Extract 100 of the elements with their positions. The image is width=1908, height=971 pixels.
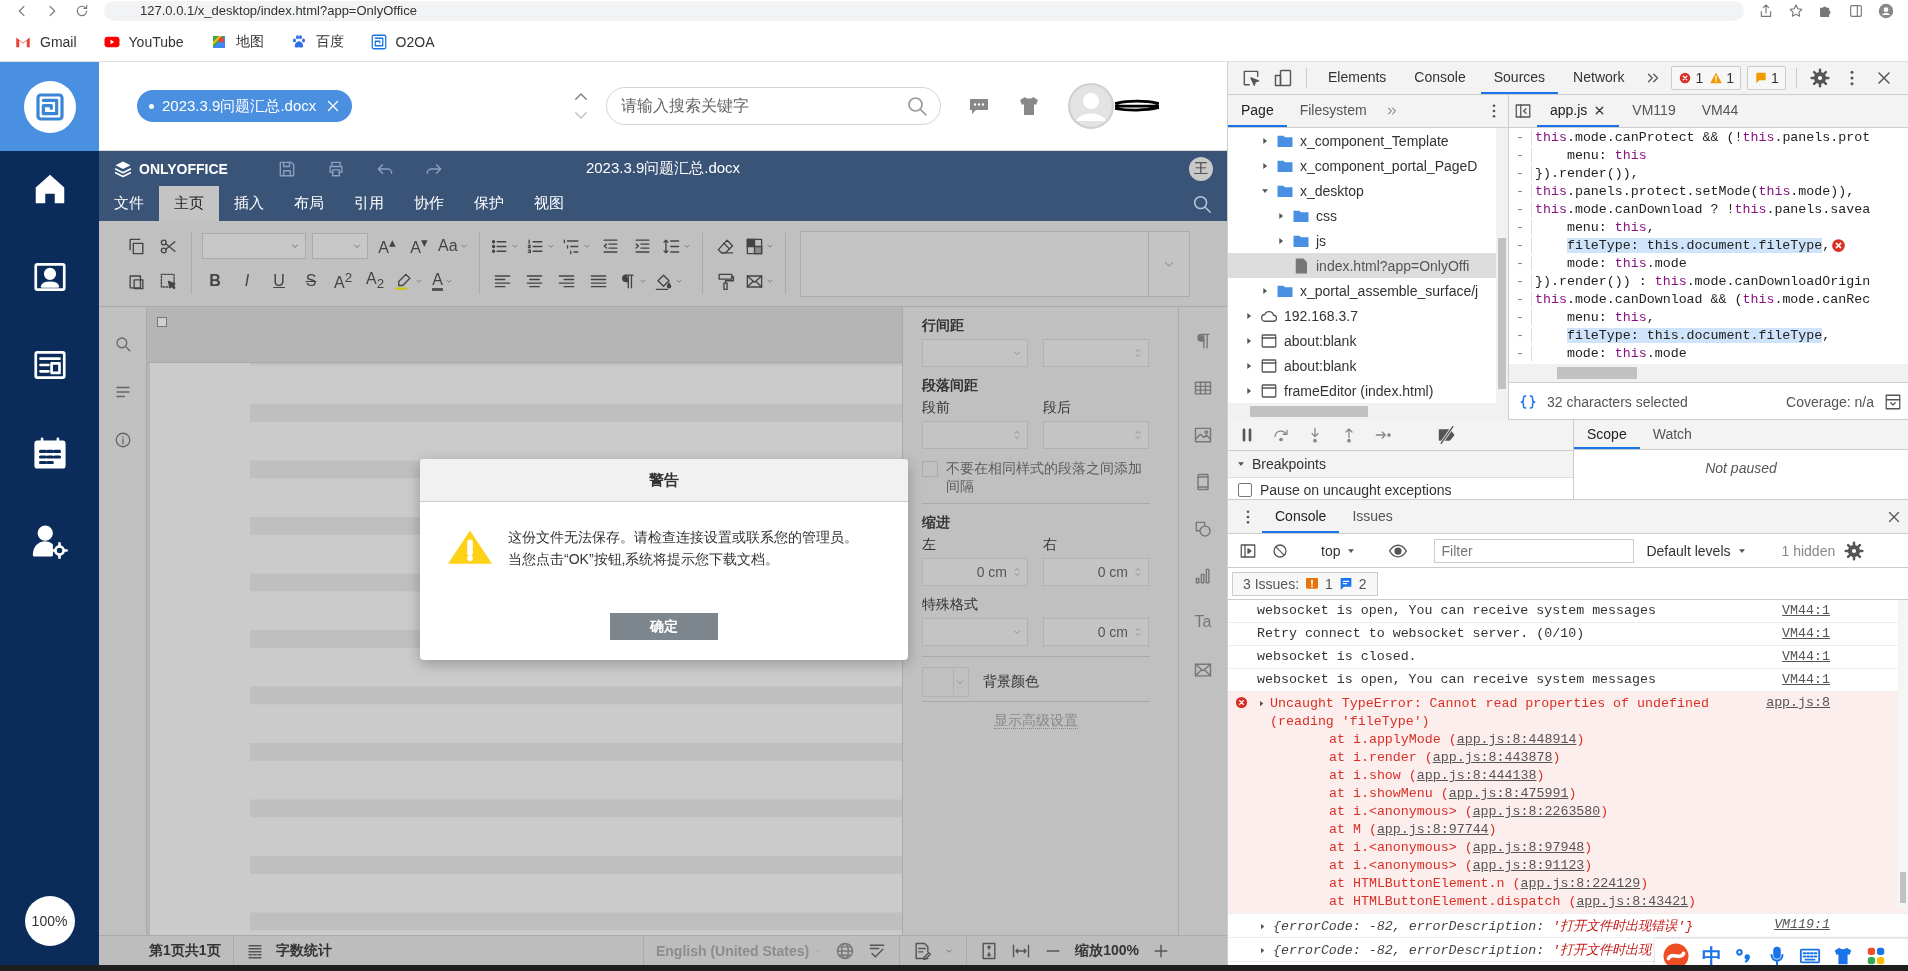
side-panel-icon[interactable]: [1848, 3, 1864, 19]
tree-item[interactable]: x_desktop: [1228, 178, 1496, 203]
ribbon-tab[interactable]: 文件: [99, 186, 159, 221]
tree-item[interactable]: about:blank: [1228, 328, 1496, 353]
triangle-right-icon[interactable]: [1258, 921, 1267, 931]
scrollbar[interactable]: [1228, 403, 1508, 420]
image-icon[interactable]: [1193, 425, 1213, 445]
source-link[interactable]: app.js:8: [1766, 695, 1830, 710]
stack-link[interactable]: app.js:8:91123: [1472, 858, 1585, 873]
star-icon[interactable]: [1788, 3, 1804, 19]
ribbon-tab[interactable]: 保护: [459, 186, 519, 221]
bookmark[interactable]: O2OA: [369, 32, 435, 51]
sidebar-tab[interactable]: Scope: [1574, 420, 1640, 449]
ime-logo-icon[interactable]: [1661, 941, 1691, 965]
ok-button[interactable]: 确定: [610, 613, 718, 640]
triangle-right-icon[interactable]: [1257, 699, 1266, 708]
format-button[interactable]: A$^{▾}$: [406, 233, 432, 259]
word-count-button[interactable]: 字数统计: [275, 941, 332, 960]
source-link[interactable]: VM44:1: [1782, 603, 1830, 618]
bar-chart-icon[interactable]: [1193, 566, 1213, 586]
font-size-field[interactable]: [312, 233, 368, 259]
stack-link[interactable]: app.js:8:443878: [1432, 750, 1553, 765]
format-button[interactable]: B: [202, 268, 228, 294]
stack-link[interactable]: app.js:8:475991: [1448, 786, 1569, 801]
track-changes-icon[interactable]: [912, 940, 933, 961]
scrollbar[interactable]: [1898, 600, 1908, 909]
checkbox[interactable]: [1238, 483, 1252, 497]
context-dropdown[interactable]: top: [1315, 542, 1363, 559]
log-levels-dropdown[interactable]: Default levels: [1640, 542, 1753, 559]
color-picker[interactable]: [922, 667, 969, 697]
coverage-icon[interactable]: [1884, 392, 1902, 411]
bookmark[interactable]: 地图: [209, 32, 264, 51]
file-tab[interactable]: VM119: [1619, 95, 1689, 127]
triangle-right-icon[interactable]: [1258, 945, 1267, 955]
format-button[interactable]: Aa: [438, 233, 469, 259]
format-button[interactable]: S: [298, 268, 324, 294]
sidebar-toggle-icon[interactable]: [1239, 541, 1257, 560]
tab-stop-icon[interactable]: [157, 317, 167, 327]
stack-link[interactable]: app.js:8:2263580: [1472, 804, 1601, 819]
file-tab[interactable]: VM44: [1688, 95, 1752, 127]
ribbon-tab[interactable]: 引用: [339, 186, 399, 221]
spin-field[interactable]: 0 cm: [1043, 558, 1149, 586]
bookmark[interactable]: YouTube: [102, 32, 184, 51]
info-icon[interactable]: [113, 431, 132, 449]
stack-link[interactable]: app.js:8:97948: [1472, 840, 1585, 855]
tree-item[interactable]: about:blank: [1228, 353, 1496, 378]
filter-field[interactable]: Filter: [1434, 538, 1635, 563]
settings-icon[interactable]: [1844, 540, 1865, 561]
tree-item[interactable]: js: [1228, 228, 1496, 253]
scrollbar[interactable]: [1496, 128, 1508, 403]
navigator-tab[interactable]: Page: [1228, 95, 1287, 127]
sidebar-tab[interactable]: Watch: [1639, 420, 1705, 449]
tree-item[interactable]: x_component_portal_PageD: [1228, 153, 1496, 178]
scrollbar[interactable]: [1509, 364, 1908, 382]
inspect-icon[interactable]: [1241, 68, 1261, 88]
bookmark[interactable]: Gmail: [14, 32, 77, 51]
breakpoints-header[interactable]: Breakpoints: [1228, 451, 1573, 478]
tree-item[interactable]: frameEditor (index.html): [1228, 378, 1496, 403]
spin-field[interactable]: [1043, 421, 1149, 449]
tree-item[interactable]: css: [1228, 203, 1496, 228]
source-link[interactable]: VM44:1: [1782, 626, 1830, 641]
bookmark[interactable]: 百度: [289, 32, 344, 51]
profile-icon[interactable]: [1878, 3, 1894, 19]
format-button[interactable]: A: [430, 268, 456, 294]
navigator-toggle-icon[interactable]: [1514, 102, 1532, 120]
devtools-tab[interactable]: Console: [1401, 62, 1479, 94]
user-gear-icon[interactable]: [30, 522, 69, 560]
drawer-tab[interactable]: Console: [1262, 500, 1340, 533]
ribbon-tab[interactable]: 视图: [519, 186, 579, 221]
share-icon[interactable]: [1758, 3, 1774, 19]
format-button[interactable]: A$_{2}$: [362, 268, 388, 294]
stack-link[interactable]: app.js:8:97744: [1376, 822, 1489, 837]
search-icon[interactable]: [905, 94, 930, 118]
tree-item[interactable]: x_component_Template: [1228, 128, 1496, 153]
spin-field[interactable]: 0 cm: [1043, 618, 1149, 646]
search-icon[interactable]: [113, 335, 132, 353]
counter[interactable]: 1: [1678, 70, 1704, 86]
drawer-tab[interactable]: Issues: [1339, 500, 1406, 533]
devtools-tab[interactable]: Network: [1560, 62, 1638, 94]
apps-icon[interactable]: [1865, 945, 1887, 965]
issues-button[interactable]: 3 Issues: 1 2: [1232, 571, 1378, 596]
source-link[interactable]: VM44:1: [1782, 649, 1830, 664]
counter[interactable]: 1: [1709, 70, 1735, 86]
devtools-tab[interactable]: Elements: [1315, 62, 1400, 94]
input-mode[interactable]: 中: [1702, 942, 1722, 965]
spin-field[interactable]: [922, 421, 1028, 449]
reload-icon[interactable]: [74, 3, 90, 19]
puzzle-icon[interactable]: [1818, 3, 1834, 19]
settings-icon[interactable]: [1809, 68, 1830, 88]
format-button[interactable]: U: [266, 268, 292, 294]
clear-icon[interactable]: [1271, 541, 1289, 560]
ribbon-tab[interactable]: 主页: [159, 186, 219, 221]
spin-field[interactable]: [1043, 339, 1149, 367]
format-button[interactable]: A$^{2}$: [330, 268, 356, 294]
device-icon[interactable]: [1273, 68, 1293, 88]
envelope-icon[interactable]: [1193, 660, 1213, 680]
search-field[interactable]: 请输入搜索关键字: [606, 87, 942, 125]
tree-item[interactable]: 192.168.3.7: [1228, 303, 1496, 328]
object-preview[interactable]: {errorCode: -82, errorDescription: '打开文件时出现错误'}: [1273, 917, 1694, 935]
stack-link[interactable]: app.js:8:43421: [1576, 894, 1689, 909]
